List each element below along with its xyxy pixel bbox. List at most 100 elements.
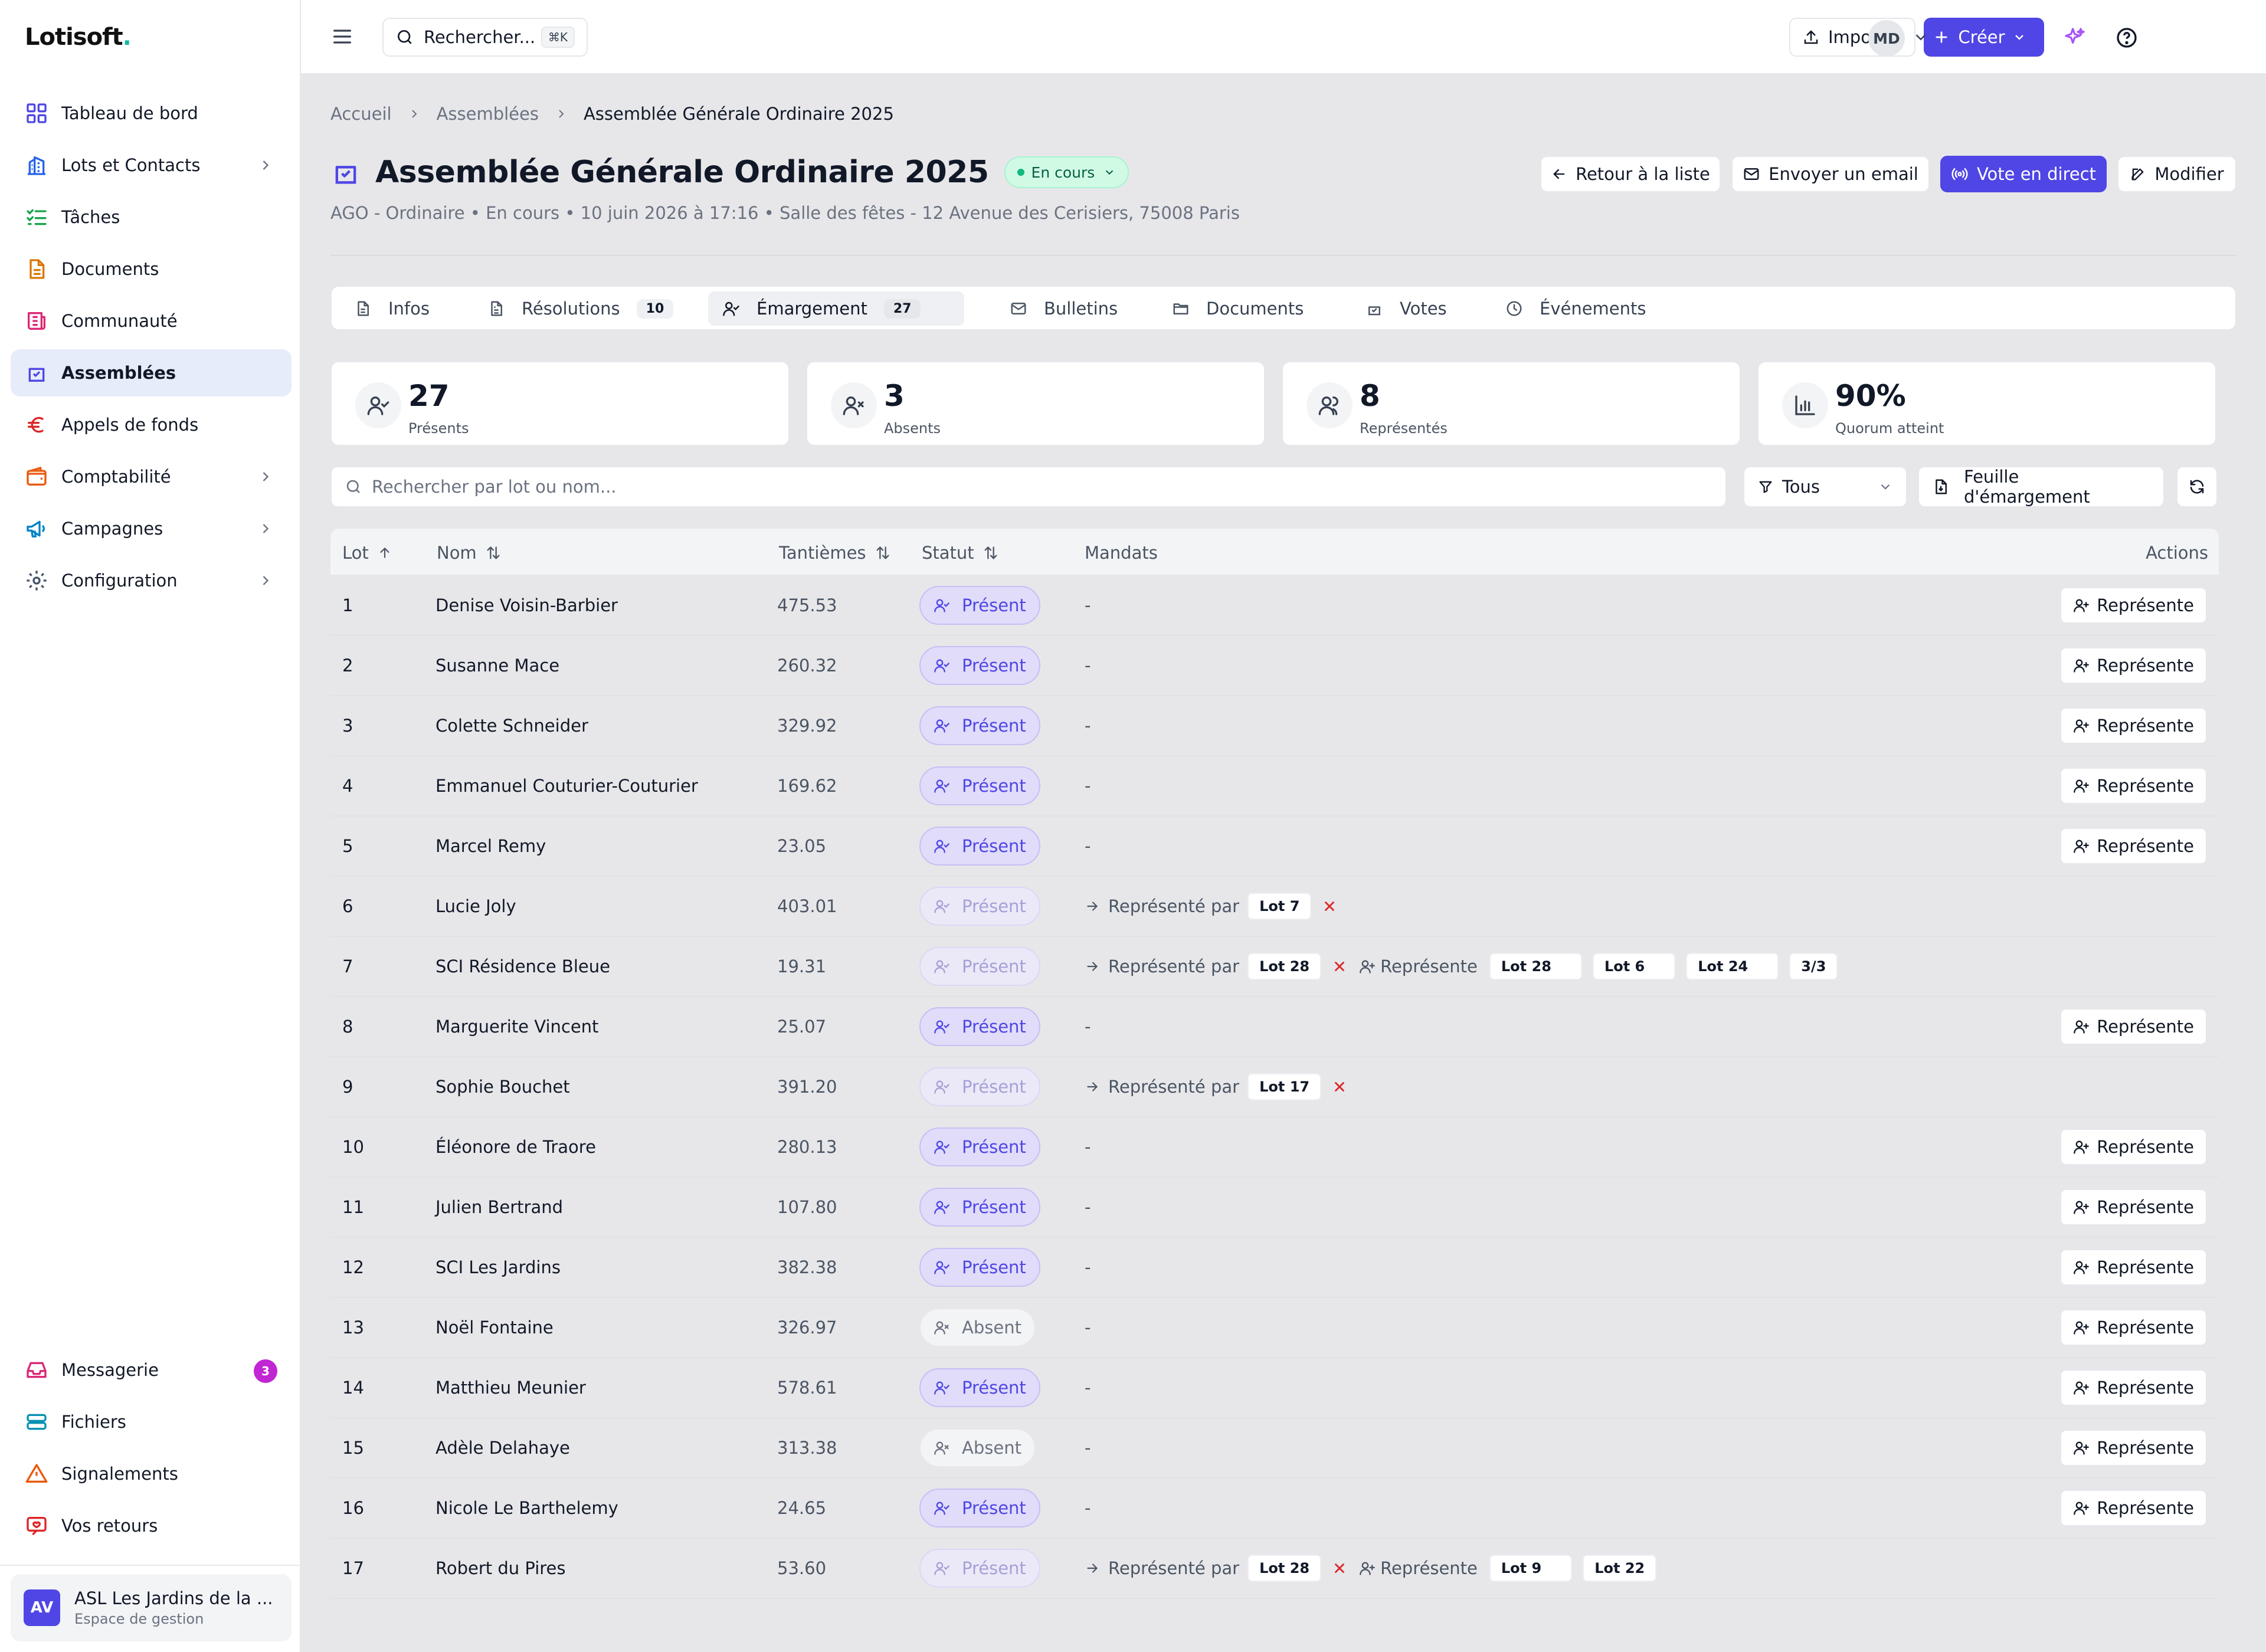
represent-button[interactable]: Représente — [2060, 1369, 2207, 1406]
tab-6[interactable]: Événements — [1491, 291, 1661, 326]
sidebar-item-7[interactable]: Comptabilité — [11, 453, 292, 500]
represent-button[interactable]: Représente — [2060, 768, 2207, 804]
status-toggle[interactable]: Présent — [919, 766, 1040, 805]
sidebar-item-label: Comptabilité — [61, 467, 171, 487]
status-toggle[interactable]: Présent — [919, 1007, 1040, 1046]
represent-button[interactable]: Représente — [2060, 1490, 2207, 1526]
breadcrumb-assemblees[interactable]: Assemblées — [437, 104, 539, 124]
sidebar-item-9[interactable]: Configuration — [11, 557, 292, 604]
remove-proxy-x-icon[interactable] — [1332, 1561, 1347, 1576]
sidebar-item-b3[interactable]: Vos retours — [11, 1502, 292, 1549]
sidebar-item-b2[interactable]: Signalements — [11, 1450, 292, 1497]
cell-tantiemes: 25.07 — [777, 1017, 827, 1037]
status-filter-select[interactable]: Tous — [1743, 466, 1907, 507]
proxy-lot-chip[interactable]: Lot 7 — [1247, 893, 1312, 920]
represent-button[interactable]: Représente — [2060, 1129, 2207, 1165]
help-icon[interactable] — [2115, 26, 2139, 50]
organization-switcher[interactable]: AV ASL Les Jardins de la ... Espace de g… — [11, 1574, 292, 1641]
cell-mandats: Représenté par Lot 28 Représente Lot 28 Lot … — [1085, 937, 1838, 996]
status-badge[interactable]: En cours — [1004, 156, 1129, 188]
stat-card-2: 8 Représentés — [1282, 361, 1741, 446]
create-button[interactable]: Créer — [1924, 18, 2044, 57]
represented-lot-chip[interactable]: 3/3 — [1789, 953, 1838, 980]
remove-proxy-x-icon[interactable] — [1332, 959, 1347, 974]
represent-button[interactable]: Représente — [2060, 587, 2207, 624]
status-toggle-label: Présent — [962, 1197, 1026, 1217]
back-to-list-button[interactable]: Retour à la liste — [1540, 156, 1721, 192]
status-toggle[interactable]: Présent — [919, 586, 1040, 625]
attendance-search-input[interactable]: Rechercher par lot ou nom... — [330, 466, 1727, 507]
status-toggle[interactable]: Présent — [919, 827, 1040, 866]
brand-logo[interactable]: Lotisoft. — [25, 24, 132, 51]
status-toggle[interactable]: Présent — [919, 887, 1040, 926]
sidebar-item-2[interactable]: Tâches — [11, 194, 292, 241]
breadcrumb-home[interactable]: Accueil — [330, 104, 392, 124]
status-toggle[interactable]: Présent — [919, 1188, 1040, 1227]
remove-proxy-x-icon[interactable] — [1322, 899, 1337, 914]
menu-icon[interactable] — [330, 25, 354, 48]
represent-button[interactable]: Représente — [2060, 707, 2207, 744]
remove-proxy-x-icon[interactable] — [1332, 1079, 1347, 1094]
sidebar-item-8[interactable]: Campagnes — [11, 505, 292, 552]
represent-button[interactable]: Représente — [2060, 1008, 2207, 1045]
sidebar-item-1[interactable]: Lots et Contacts — [11, 142, 292, 189]
represented-lot-chip[interactable]: Lot 22 — [1583, 1555, 1657, 1582]
status-toggle[interactable]: Présent — [919, 1067, 1040, 1106]
tab-2[interactable]: Émargement 27 — [708, 291, 964, 326]
column-statut[interactable]: Statut — [922, 543, 999, 563]
table-row: 10 Éléonore de Traore 280.13 Présent - R… — [330, 1117, 2219, 1178]
status-toggle[interactable]: Présent — [919, 947, 1040, 986]
tab-5[interactable]: Votes — [1351, 291, 1461, 326]
sparkles-icon[interactable] — [2063, 26, 2087, 50]
status-toggle[interactable]: Présent — [919, 1248, 1040, 1287]
proxy-lot-chip[interactable]: Lot 28 — [1247, 1555, 1322, 1582]
sidebar-item-0[interactable]: Tableau de bord — [11, 90, 292, 137]
represent-button[interactable]: Représente — [2060, 1189, 2207, 1225]
sidebar-item-4[interactable]: Communauté — [11, 297, 292, 345]
attendance-sheet-button[interactable]: Feuille d'émargement — [1918, 466, 2165, 507]
represented-lot-chip[interactable]: Lot 6 — [1592, 953, 1676, 980]
page-subtitle: AGO - Ordinaire • En cours • 10 juin 202… — [330, 203, 1240, 223]
represent-button[interactable]: Représente — [2060, 1249, 2207, 1286]
column-tantiemes[interactable]: Tantièmes — [779, 543, 891, 563]
proxy-lot-chip[interactable]: Lot 28 — [1247, 953, 1322, 980]
user-menu-chevron-icon[interactable] — [1912, 28, 1930, 46]
status-toggle[interactable]: Présent — [919, 706, 1040, 745]
sidebar-item-6[interactable]: Appels de fonds — [11, 401, 292, 448]
represent-button[interactable]: Représente — [2060, 1309, 2207, 1346]
column-lot[interactable]: Lot — [342, 543, 392, 563]
tab-0[interactable]: Infos — [340, 291, 444, 326]
cell-lot: 12 — [342, 1257, 364, 1277]
edit-button[interactable]: Modifier — [2117, 156, 2236, 192]
live-vote-button[interactable]: Vote en direct — [1940, 156, 2107, 192]
status-toggle[interactable]: Présent — [919, 1489, 1040, 1528]
represent-button[interactable]: Représente — [2060, 828, 2207, 864]
status-toggle[interactable]: Présent — [919, 1127, 1040, 1166]
send-email-button[interactable]: Envoyer un email — [1731, 156, 1930, 192]
represent-button[interactable]: Représente — [2060, 647, 2207, 684]
tab-4[interactable]: Documents — [1158, 291, 1318, 326]
sidebar-item-3[interactable]: Documents — [11, 245, 292, 293]
status-toggle[interactable]: Absent — [919, 1428, 1036, 1467]
sidebar-item-b0[interactable]: Messagerie 3 — [11, 1346, 292, 1394]
tab-3[interactable]: Bulletins — [996, 291, 1132, 326]
represented-lot-chip[interactable]: Lot 24 — [1686, 953, 1779, 980]
status-toggle[interactable]: Présent — [919, 646, 1040, 685]
column-nom[interactable]: Nom — [437, 543, 502, 563]
cell-tantiemes: 169.62 — [777, 776, 837, 796]
status-toggle[interactable]: Présent — [919, 1368, 1040, 1407]
sidebar-item-b1[interactable]: Fichiers — [11, 1398, 292, 1446]
represent-button[interactable]: Représente — [2060, 1430, 2207, 1466]
represented-lot-chip[interactable]: Lot 28 — [1489, 953, 1582, 980]
status-toggle[interactable]: Absent — [919, 1308, 1036, 1347]
proxy-lot-chip[interactable]: Lot 17 — [1247, 1073, 1322, 1100]
status-toggle[interactable]: Présent — [919, 1549, 1040, 1588]
user-avatar[interactable]: MD — [1868, 20, 1905, 57]
tab-1[interactable]: Résolutions 10 — [473, 291, 687, 326]
represented-lot-chip[interactable]: Lot 9 — [1489, 1555, 1573, 1582]
refresh-button[interactable] — [2176, 466, 2218, 507]
warning-icon — [25, 1462, 48, 1486]
represented-by-label: Représenté par — [1108, 1558, 1240, 1578]
global-search[interactable]: Rechercher... ⌘K — [382, 18, 588, 57]
sidebar-item-5[interactable]: Assemblées — [11, 349, 292, 396]
